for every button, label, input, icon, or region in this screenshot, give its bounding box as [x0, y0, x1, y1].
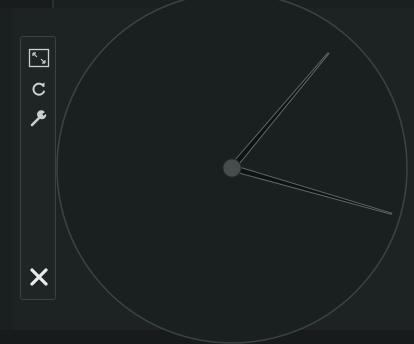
refresh-button[interactable] [27, 78, 51, 100]
wrench-icon [30, 110, 47, 127]
refresh-icon [32, 82, 45, 96]
expand-button[interactable] [27, 47, 51, 69]
clock-widget [0, 0, 414, 344]
close-button[interactable] [27, 266, 51, 288]
settings-button[interactable] [27, 107, 51, 129]
side-toolbar [20, 36, 56, 300]
center-hub [222, 158, 242, 178]
close-icon [30, 268, 48, 286]
clock-face [56, 0, 408, 344]
expand-icon [28, 48, 50, 68]
